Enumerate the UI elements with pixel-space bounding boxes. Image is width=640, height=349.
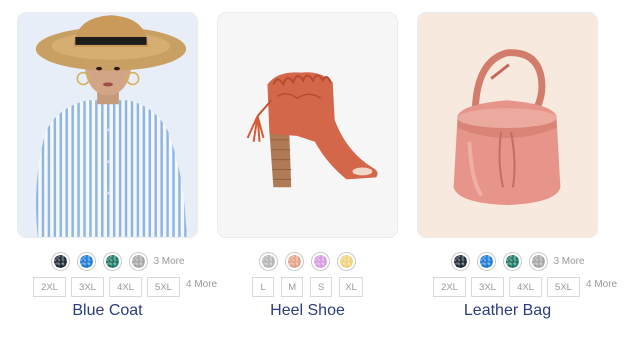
color-swatch-navy[interactable]: [452, 253, 470, 270]
product-card-heel-shoe: L M S XL Heel Shoe: [217, 0, 417, 349]
size-option-m[interactable]: M: [281, 277, 304, 297]
product-image-blue-coat[interactable]: [17, 12, 198, 238]
size-option-4xl[interactable]: 4XL: [509, 277, 542, 297]
size-option-s[interactable]: S: [310, 277, 333, 297]
more-colors-link[interactable]: 3 More: [553, 256, 584, 267]
color-swatch-green[interactable]: [104, 253, 122, 270]
color-swatch-navy[interactable]: [52, 253, 70, 270]
more-sizes-link[interactable]: 4 More: [186, 279, 217, 290]
woman-in-striped-shirt-image: [35, 15, 189, 237]
color-swatch-blue[interactable]: [78, 253, 96, 270]
size-option-xl[interactable]: XL: [339, 277, 363, 297]
orange-heel-shoe-image: [246, 72, 378, 188]
color-swatch-green[interactable]: [504, 253, 522, 270]
product-image-heel-shoe[interactable]: [217, 12, 398, 238]
size-option-4xl[interactable]: 4XL: [109, 277, 142, 297]
size-option-2xl[interactable]: 2XL: [33, 277, 66, 297]
color-swatch-blue[interactable]: [478, 253, 496, 270]
product-title[interactable]: Heel Shoe: [217, 302, 398, 320]
color-swatch-gray[interactable]: [530, 253, 548, 270]
size-options: 2XL 3XL 4XL 5XL 4 More: [433, 277, 640, 297]
size-option-l[interactable]: L: [252, 277, 275, 297]
size-option-5xl[interactable]: 5XL: [547, 277, 580, 297]
product-card-blue-coat: 3 More 2XL 3XL 4XL 5XL 4 More Blue Coat: [17, 0, 217, 349]
color-swatch-lilac[interactable]: [312, 253, 329, 270]
color-swatches: 3 More: [17, 253, 198, 270]
size-options: 2XL 3XL 4XL 5XL 4 More: [33, 277, 243, 297]
size-option-3xl[interactable]: 3XL: [71, 277, 104, 297]
size-option-2xl[interactable]: 2XL: [433, 277, 466, 297]
color-swatch-gray[interactable]: [260, 253, 277, 270]
size-option-3xl[interactable]: 3XL: [471, 277, 504, 297]
more-sizes-link[interactable]: 4 More: [586, 279, 617, 290]
product-image-leather-bag[interactable]: [417, 12, 598, 238]
color-swatches: 3 More: [417, 253, 598, 270]
more-colors-link[interactable]: 3 More: [153, 256, 184, 267]
size-option-5xl[interactable]: 5XL: [147, 277, 180, 297]
product-title[interactable]: Blue Coat: [17, 302, 198, 320]
color-swatches: [217, 253, 398, 270]
product-title[interactable]: Leather Bag: [417, 302, 598, 320]
color-swatch-peach[interactable]: [286, 253, 303, 270]
color-swatch-yellow[interactable]: [338, 253, 355, 270]
product-card-leather-bag: 3 More 2XL 3XL 4XL 5XL 4 More Leather Ba…: [417, 0, 617, 349]
color-swatch-gray[interactable]: [130, 253, 148, 270]
size-options: L M S XL: [217, 277, 398, 297]
pink-leather-bag-image: [453, 49, 561, 206]
